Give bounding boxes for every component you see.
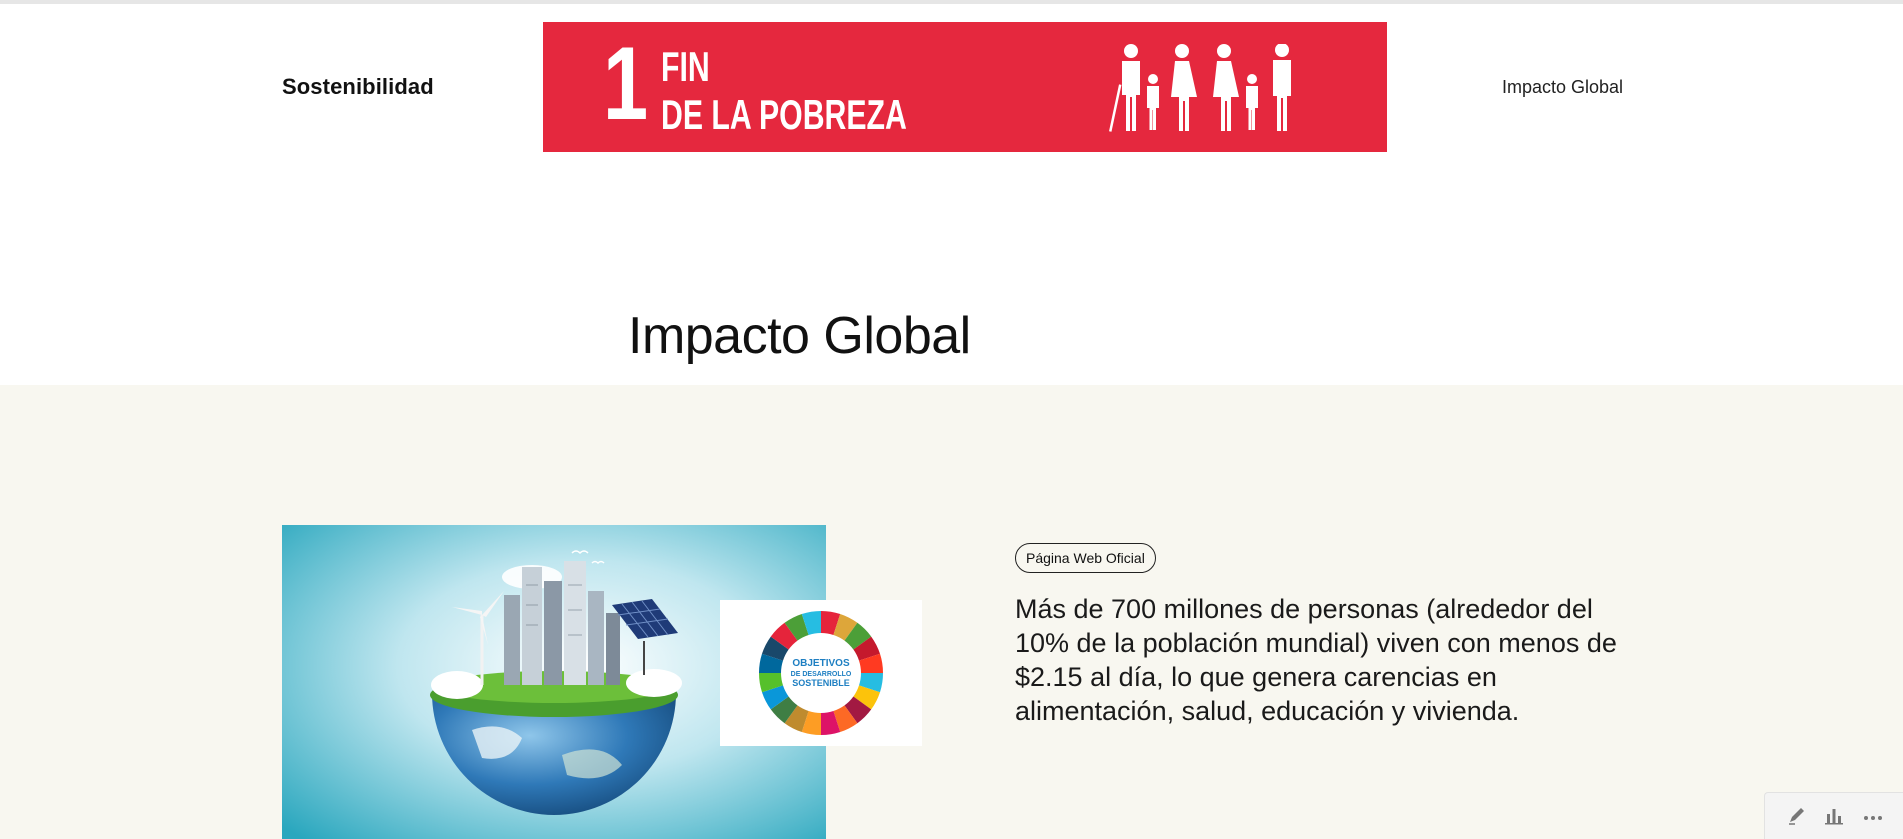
sdg-wheel-text-1: OBJETIVOS: [792, 658, 850, 669]
site-brand[interactable]: Sostenibilidad: [282, 74, 434, 100]
banner-title-line2: DE LA POBREZA: [661, 91, 907, 138]
page-title: Impacto Global: [628, 307, 971, 365]
sdg-wheel-text-3: SOSTENIBLE: [792, 678, 850, 688]
edit-icon[interactable]: [1785, 805, 1809, 827]
content-section: OBJETIVOS DE DESARROLLO SOSTENIBLE Págin…: [0, 385, 1903, 839]
bar-chart-icon[interactable]: [1822, 805, 1846, 827]
poverty-description: Más de 700 millones de personas (alreded…: [1015, 594, 1617, 726]
official-website-badge[interactable]: Página Web Oficial: [1015, 543, 1156, 573]
sdg-wheel-image: OBJETIVOS DE DESARROLLO SOSTENIBLE: [720, 600, 922, 746]
family-icon: [1109, 44, 1291, 132]
sdg-banner: 1 FIN DE LA POBREZA: [543, 22, 1387, 152]
sdg-wheel-text-2: DE DESARROLLO: [791, 671, 852, 678]
floating-toolbar: [1764, 792, 1903, 839]
banner-number: 1: [603, 26, 648, 142]
banner-title-line1: FIN: [661, 43, 710, 90]
more-icon[interactable]: [1861, 805, 1885, 827]
top-border: [0, 0, 1903, 4]
nav-link-impacto-global[interactable]: Impacto Global: [1502, 77, 1623, 98]
